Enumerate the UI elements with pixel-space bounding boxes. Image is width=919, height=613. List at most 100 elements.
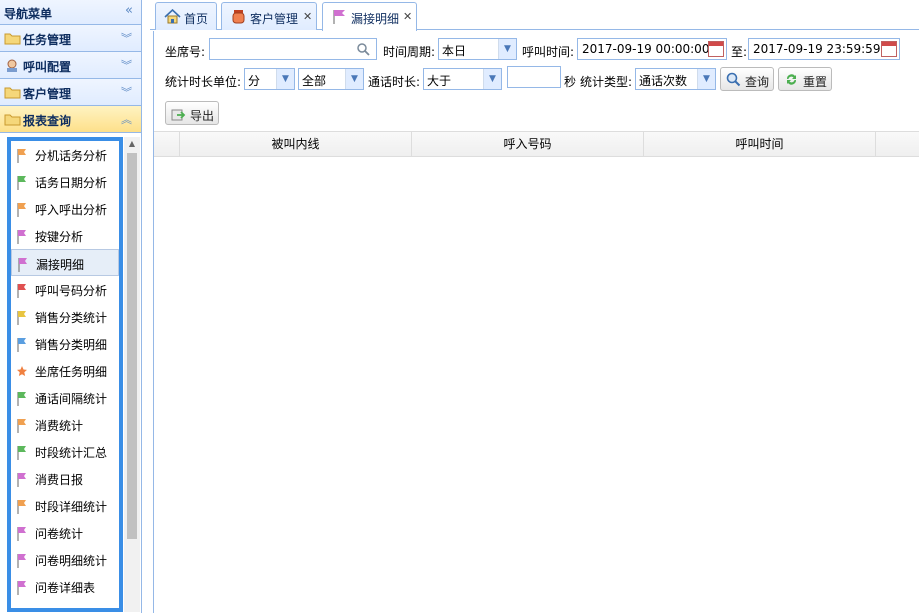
menu-item-keypress[interactable]: 按键分析 [11,222,119,249]
flag-icon [17,230,26,244]
flag-icon [17,311,26,325]
menu-item-period-detail[interactable]: 时段详细统计 [11,492,119,519]
seconds-input[interactable] [507,66,561,88]
talk-duration-label: 通话时长: [368,75,421,89]
stat-type-label: 统计类型: [580,75,633,89]
menu-item-survey-detail-stats[interactable]: 问卷明细统计 [11,546,119,573]
column-header-called-extension[interactable]: 被叫内线 [180,132,412,157]
duration-unit-select[interactable]: 分 ▼ [244,68,295,90]
stat-type-select[interactable]: 通话次数 ▼ [635,68,716,90]
to-label: 至: [731,45,748,59]
flag-icon [18,258,27,272]
agent-icon [7,59,17,72]
tab-missed-calls[interactable]: 漏接明细 ✕ [322,2,417,31]
search-icon[interactable] [356,42,370,56]
chevron-down-icon[interactable]: ︾ [121,84,132,100]
folder-icon [4,114,21,126]
menu-item-consumption-stats[interactable]: 消费统计 [11,411,119,438]
menu-item-survey-stats[interactable]: 问卷统计 [11,519,119,546]
menu-item-traffic-date[interactable]: 话务日期分析 [11,168,119,195]
menu-item-extension-traffic[interactable]: 分机话务分析 [11,141,119,168]
duration-unit-label: 统计时长单位: [165,75,242,89]
reset-button[interactable]: 重置 [778,67,832,91]
section-label: 报表查询 [23,114,72,128]
compare-select[interactable]: 大于 ▼ [423,68,502,90]
flag-icon [17,338,26,352]
tab-customer-management[interactable]: 客户管理 ✕ [221,2,317,30]
chevron-down-icon[interactable]: ▼ [345,69,363,89]
flag-icon [17,500,26,514]
chevron-down-icon[interactable]: ︾ [121,57,132,73]
grid-header: 被叫内线 呼入号码 呼叫时间 [154,131,919,157]
agent-input[interactable] [209,38,377,60]
flag-icon [17,473,26,487]
menu-item-call-interval[interactable]: 通话间隔统计 [11,384,119,411]
start-time-input[interactable]: 2017-09-19 00:00:00 [577,38,727,60]
end-time-input[interactable]: 2017-09-19 23:59:59 [748,38,900,60]
chevron-down-icon[interactable]: ︾ [121,30,132,46]
jar-icon [232,10,245,24]
menu-item-survey-detail-table[interactable]: 问卷详细表 [11,573,119,600]
navigation-sidebar: 导航菜单 « 任务管理 ︾ 呼叫配置 ︾ 客户管理 ︾ 报表查询 ︽ 分机话务分… [0,0,142,613]
close-icon[interactable]: ✕ [303,10,312,23]
menu-item-caller-number[interactable]: 呼叫号码分析 [11,276,119,303]
flag-icon [17,284,26,298]
flag-icon [17,203,26,217]
chevron-down-icon[interactable]: ▼ [498,39,516,59]
chevron-down-icon[interactable]: ▼ [697,69,715,89]
section-task-management[interactable]: 任务管理 ︾ [0,25,141,52]
export-button[interactable]: 导出 [165,101,219,125]
flag-icon [17,446,26,460]
seconds-label: 秒 [564,75,577,89]
flag-icon [17,149,26,163]
call-time-label: 呼叫时间: [522,45,575,59]
scroll-up-arrow-icon[interactable]: ▲ [124,137,140,151]
report-menu-list: 分机话务分析 话务日期分析 呼入呼出分析 按键分析 漏接明细 呼叫号码分析 销售… [7,137,123,612]
close-icon[interactable]: ✕ [403,10,412,23]
calendar-icon[interactable] [708,41,724,57]
period-label: 时间周期: [383,45,436,59]
search-icon [726,72,741,87]
section-label: 任务管理 [23,33,72,47]
calendar-icon[interactable] [881,41,897,57]
chevron-up-icon[interactable]: ︽ [121,111,132,127]
grid-rownum-column [154,132,180,157]
flag-icon [17,527,26,541]
nav-header: 导航菜单 « [0,0,141,25]
star-icon [17,366,27,376]
collapse-sidebar-icon[interactable]: « [125,3,133,18]
flag-icon [17,392,26,406]
period-select[interactable]: 本日 ▼ [438,38,517,60]
chevron-down-icon[interactable]: ▼ [483,69,501,89]
flag-icon [17,554,26,568]
scope-select[interactable]: 全部 ▼ [298,68,364,90]
home-icon [164,9,181,24]
tab-home[interactable]: 首页 [155,2,217,30]
menu-scrollbar[interactable]: ▲ [124,137,140,612]
export-icon [171,109,186,121]
menu-item-inbound-outbound[interactable]: 呼入呼出分析 [11,195,119,222]
folder-icon [4,33,21,45]
column-header-inbound-number[interactable]: 呼入号码 [412,132,644,157]
menu-item-sales-category-detail[interactable]: 销售分类明细 [11,330,119,357]
section-label: 呼叫配置 [23,60,72,74]
section-label: 客户管理 [23,87,72,101]
refresh-icon [786,74,797,85]
chevron-down-icon[interactable]: ▼ [276,69,294,89]
menu-item-missed-calls[interactable]: 漏接明细 [11,249,119,276]
nav-title: 导航菜单 [4,7,53,21]
query-button[interactable]: 查询 [720,67,774,91]
tab-bar: 首页 客户管理 ✕ 漏接明细 ✕ [150,0,919,31]
agent-label: 坐席号: [165,45,206,59]
section-call-config[interactable]: 呼叫配置 ︾ [0,52,141,79]
menu-item-agent-task-detail[interactable]: 坐席任务明细 [11,357,119,384]
column-header-call-time[interactable]: 呼叫时间 [644,132,876,157]
menu-item-sales-category-stats[interactable]: 销售分类统计 [11,303,119,330]
section-report-query[interactable]: 报表查询 ︽ [0,106,141,133]
scroll-thumb[interactable] [127,153,137,539]
missed-calls-panel: 坐席号: 时间周期: 本日 ▼ 呼叫时间: 2017-09-19 00:00:0… [153,31,919,613]
menu-item-period-summary[interactable]: 时段统计汇总 [11,438,119,465]
section-customer-management[interactable]: 客户管理 ︾ [0,79,141,106]
menu-item-consumption-daily[interactable]: 消费日报 [11,465,119,492]
flag-icon [17,581,26,595]
